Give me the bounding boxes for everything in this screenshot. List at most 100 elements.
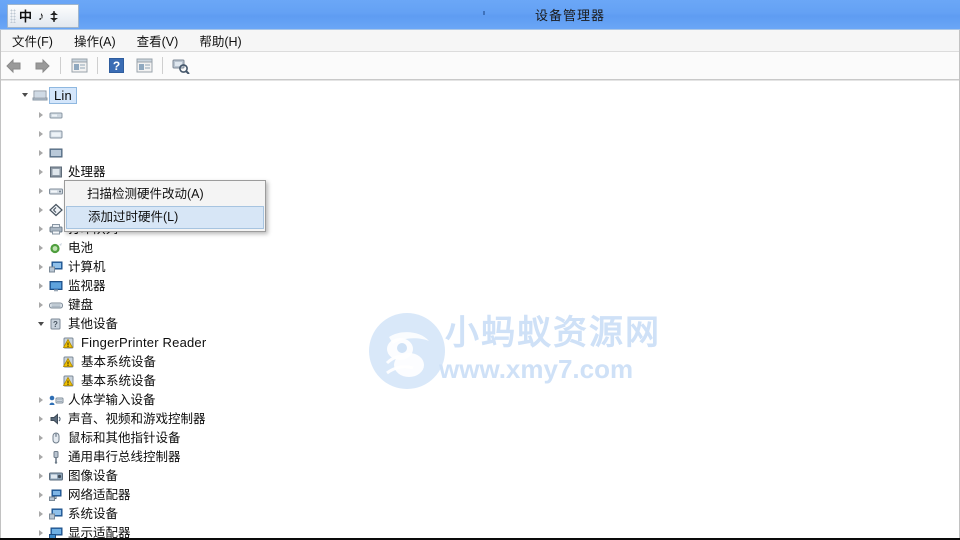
ime-language-bar[interactable]: 中 ♪ xyxy=(7,4,79,28)
network-adapter-icon xyxy=(47,487,65,503)
chevron-right-icon[interactable] xyxy=(34,295,47,314)
chevron-right-icon[interactable] xyxy=(34,390,47,409)
help-question-icon[interactable]: ? xyxy=(104,54,128,78)
chevron-right-icon[interactable] xyxy=(34,276,47,295)
tree-item-display-adapters[interactable]: 显示适配器 xyxy=(0,523,960,538)
tree-item-other-devices[interactable]: ? 其他设备 xyxy=(0,314,960,333)
storage-controller-icon xyxy=(47,202,65,218)
print-queue-icon xyxy=(47,221,65,237)
tree-item-hidden-3[interactable] xyxy=(0,143,960,162)
chevron-right-icon[interactable] xyxy=(34,238,47,257)
usb-icon xyxy=(47,449,65,465)
tree-item-monitors[interactable]: 监视器 xyxy=(0,276,960,295)
chevron-right-icon[interactable] xyxy=(34,257,47,276)
chevron-right-icon[interactable] xyxy=(34,124,47,143)
soft-keyboard-icon[interactable] xyxy=(47,10,61,23)
tree-root-node[interactable]: Lin xyxy=(0,85,960,105)
ctx-add-legacy-hardware[interactable]: 添加过时硬件(L) xyxy=(66,206,264,229)
chevron-right-icon[interactable] xyxy=(34,105,47,124)
tree-item-base-system-device-1[interactable]: 基本系统设备 xyxy=(0,352,960,371)
tree-item-computer[interactable]: 计算机 xyxy=(0,257,960,276)
window-left-edge xyxy=(0,30,1,540)
context-menu: 扫描检测硬件改动(A) 添加过时硬件(L) xyxy=(64,180,266,232)
show-hide-console-tree-icon[interactable] xyxy=(67,54,91,78)
tree-item-label: 处理器 xyxy=(68,164,106,179)
chevron-right-icon[interactable] xyxy=(34,428,47,447)
chevron-right-icon[interactable] xyxy=(34,143,47,162)
moon-glyph-icon[interactable]: ♪ xyxy=(35,10,47,22)
ctx-scan-hardware-changes[interactable]: 扫描检测硬件改动(A) xyxy=(66,183,264,206)
tree-item-base-system-device-2[interactable]: 基本系统设备 xyxy=(0,371,960,390)
tree-item-label: 基本系统设备 xyxy=(81,373,157,388)
tree-item-network-adapters[interactable]: 网络适配器 xyxy=(0,485,960,504)
system-device-icon xyxy=(47,506,65,522)
menu-bar: 文件(F) 操作(A) 查看(V) 帮助(H) xyxy=(0,30,960,52)
unknown-device-warning-icon xyxy=(60,354,78,370)
tree-item-label: 系统设备 xyxy=(68,506,119,521)
tree-item-label: 鼠标和其他指针设备 xyxy=(68,430,181,445)
menu-file[interactable]: 文件(F) xyxy=(3,29,62,52)
tree-item-label: 监视器 xyxy=(68,278,106,293)
chevron-right-icon[interactable] xyxy=(34,409,47,428)
computer-icon xyxy=(31,87,49,103)
tree-item-batteries[interactable]: 电池 xyxy=(0,238,960,257)
chevron-down-icon[interactable] xyxy=(18,86,31,105)
tree-item-label: 计算机 xyxy=(68,259,106,274)
sound-icon xyxy=(47,411,65,427)
menu-view[interactable]: 查看(V) xyxy=(128,29,188,52)
tree-item-hidden-2[interactable] xyxy=(0,124,960,143)
ime-drag-grip[interactable] xyxy=(10,9,16,23)
keyboard-icon xyxy=(47,297,65,313)
tree-item-label: 声音、视频和游戏控制器 xyxy=(68,411,206,426)
device-tree-pane[interactable]: 小蚂蚁资源网 www.xmy7.com Lin 处理器 电池 计算机 监视器 键… xyxy=(0,80,960,538)
unknown-device-warning-icon xyxy=(60,335,78,351)
mouse-icon xyxy=(47,430,65,446)
hid-icon xyxy=(47,392,65,408)
unknown-device-warning-icon xyxy=(60,373,78,389)
chevron-down-icon[interactable] xyxy=(34,314,47,333)
chevron-right-icon[interactable] xyxy=(34,523,47,538)
tree-item-usb-controllers[interactable]: 通用串行总线控制器 xyxy=(0,447,960,466)
battery-icon xyxy=(47,240,65,256)
disk-drive-icon xyxy=(47,183,65,199)
back-arrow-icon[interactable] xyxy=(2,54,26,78)
svg-text:?: ? xyxy=(112,59,119,73)
properties-panel-icon[interactable] xyxy=(132,54,156,78)
window-title: 设备管理器 xyxy=(534,8,605,23)
chevron-right-icon[interactable] xyxy=(34,447,47,466)
tree-item-processors[interactable]: 处理器 xyxy=(0,162,960,181)
tree-item-label: 显示适配器 xyxy=(68,525,131,539)
tree-item-keyboards[interactable]: 键盘 xyxy=(0,295,960,314)
tree-item-fingerprinter-reader[interactable]: FingerPrinter Reader xyxy=(0,333,960,352)
toolbar-separator xyxy=(97,57,98,74)
processor-icon xyxy=(47,164,65,180)
chevron-right-icon[interactable] xyxy=(34,200,47,219)
device-tree: Lin 处理器 电池 计算机 监视器 键盘 ? 其他设备 FingerPrint… xyxy=(0,81,960,538)
title-bar[interactable]: 设备管理器 中 ♪ xyxy=(0,0,960,30)
chevron-right-icon[interactable] xyxy=(34,219,47,238)
chevron-right-icon[interactable] xyxy=(34,504,47,523)
toolbar: ? xyxy=(0,52,960,80)
tree-item-label: 键盘 xyxy=(68,297,94,312)
forward-arrow-icon[interactable] xyxy=(30,54,54,78)
scan-hardware-changes-icon[interactable] xyxy=(169,54,193,78)
menu-help[interactable]: 帮助(H) xyxy=(190,29,250,52)
imaging-device-icon xyxy=(47,468,65,484)
tree-item-system-devices[interactable]: 系统设备 xyxy=(0,504,960,523)
tree-item-imaging-devices[interactable]: 图像设备 xyxy=(0,466,960,485)
ime-mode-button[interactable]: 中 xyxy=(16,10,35,23)
tree-item-label: 网络适配器 xyxy=(68,487,131,502)
tree-item-mice[interactable]: 鼠标和其他指针设备 xyxy=(0,428,960,447)
tree-item-label: 电池 xyxy=(68,240,94,255)
tree-item-hidden-1[interactable] xyxy=(0,105,960,124)
tree-item-hid[interactable]: 人体学输入设备 xyxy=(0,390,960,409)
tree-item-label: 基本系统设备 xyxy=(81,354,157,369)
chevron-right-icon[interactable] xyxy=(34,466,47,485)
toolbar-separator xyxy=(162,57,163,74)
tree-item-sound-video-game[interactable]: 声音、视频和游戏控制器 xyxy=(0,409,960,428)
chevron-right-icon[interactable] xyxy=(34,162,47,181)
chevron-right-icon[interactable] xyxy=(34,181,47,200)
svg-text:?: ? xyxy=(53,320,58,329)
chevron-right-icon[interactable] xyxy=(34,485,47,504)
menu-action[interactable]: 操作(A) xyxy=(65,29,125,52)
